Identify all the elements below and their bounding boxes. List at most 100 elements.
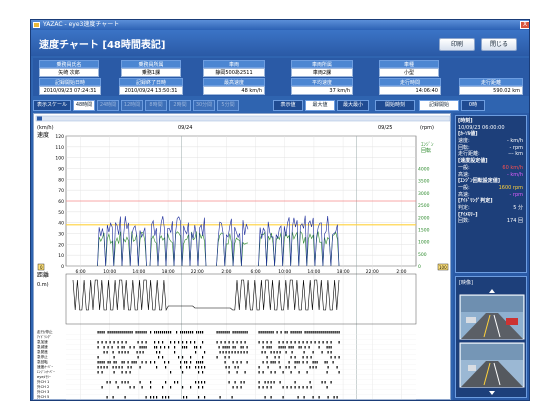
event-mark <box>318 396 320 399</box>
event-mark <box>190 341 192 344</box>
print-button[interactable]: 印刷 <box>439 38 475 51</box>
speed-tick-label: 60 <box>58 199 64 205</box>
video-scroll-down-icon[interactable] <box>489 391 495 395</box>
event-mark <box>106 351 108 354</box>
event-mark <box>326 371 328 374</box>
event-mark <box>314 361 316 364</box>
event-mark <box>160 346 162 349</box>
event-mark <box>150 331 152 334</box>
event-mark <box>298 361 300 364</box>
event-mark <box>258 371 260 374</box>
event-mark <box>115 361 117 364</box>
display-scale-label: 表示スケール <box>33 100 71 111</box>
event-mark <box>129 331 131 334</box>
event-mark <box>164 346 166 349</box>
event-mark <box>141 361 143 364</box>
event-mark <box>150 361 152 364</box>
event-mark <box>270 351 272 354</box>
event-mark <box>139 351 141 354</box>
event-mark <box>285 366 287 369</box>
event-mark <box>165 366 167 369</box>
event-mark <box>184 331 186 334</box>
event-mark <box>228 381 230 384</box>
event-mark <box>158 341 160 344</box>
event-mark <box>258 386 260 389</box>
cursor-rev-label: 回転: <box>458 144 470 151</box>
event-mark <box>192 331 194 334</box>
event-mark <box>141 386 143 389</box>
record-end-field: 記録終了日時 2010/09/24 13:50:31 <box>119 78 183 96</box>
event-mark <box>232 331 234 334</box>
scale-8h-button[interactable]: 8時間 <box>145 100 167 111</box>
event-mark <box>316 331 318 334</box>
event-mark <box>333 396 335 399</box>
max-value-button[interactable]: 最大値 <box>305 100 335 111</box>
event-mark <box>258 366 260 369</box>
event-mark <box>310 356 312 359</box>
chart-scrollbar[interactable] <box>35 115 451 122</box>
event-mark <box>321 351 323 354</box>
event-mark <box>240 386 242 389</box>
event-mark <box>106 366 108 369</box>
max-min-button[interactable]: 最大最小 <box>337 100 369 111</box>
event-mark <box>290 341 292 344</box>
distance-line <box>72 279 340 312</box>
scale-5min-button[interactable]: 5分間 <box>217 100 239 111</box>
event-mark <box>176 331 178 334</box>
event-mark <box>270 386 272 389</box>
event-mark <box>308 331 310 334</box>
video-scroll-up-icon[interactable] <box>489 289 495 293</box>
record-start-hour[interactable]: 0時 <box>461 100 485 111</box>
event-mark <box>264 351 266 354</box>
event-mark <box>97 366 99 369</box>
speed-tick-label: 90 <box>58 167 64 173</box>
event-mark <box>101 386 103 389</box>
event-mark <box>224 346 226 349</box>
event-mark <box>261 351 263 354</box>
event-mark <box>314 341 316 344</box>
scale-30min-button[interactable]: 30分間 <box>193 100 215 111</box>
event-mark <box>216 331 218 334</box>
event-mark <box>290 371 292 374</box>
drive-time-value: 14:06:40 <box>379 86 441 95</box>
event-mark <box>297 396 299 399</box>
event-mark <box>174 351 176 354</box>
trip-info-panel: 乗務員氏名 矢崎 次郎 乗務員所属 乗務1課 車両 静岡500あ2511 車両所… <box>33 58 529 96</box>
event-mark <box>112 366 114 369</box>
event-mark <box>190 386 192 389</box>
event-mark <box>196 361 198 364</box>
video-thumbnail-1[interactable] <box>459 294 525 340</box>
window-close-button[interactable]: X <box>520 21 529 29</box>
scale-48h-button[interactable]: 48時間 <box>73 100 95 111</box>
scale-2h-button[interactable]: 2時間 <box>169 100 191 111</box>
engine-highway-label: 高速: <box>458 191 470 198</box>
event-mark <box>127 381 129 384</box>
event-mark <box>125 341 127 344</box>
event-mark <box>274 371 276 374</box>
event-mark <box>103 331 105 334</box>
event-mark <box>312 361 314 364</box>
record-end-label: 記録終了日時 <box>119 78 183 86</box>
event-mark <box>137 356 139 359</box>
record-start-button[interactable]: 記録開始 <box>419 100 459 111</box>
event-mark <box>121 331 123 334</box>
event-mark <box>338 341 340 344</box>
event-mark <box>240 381 242 384</box>
event-mark <box>190 331 192 334</box>
event-mark <box>270 396 272 399</box>
start-time-button[interactable]: 開始時刻 <box>375 100 415 111</box>
event-mark <box>141 341 143 344</box>
event-mark <box>121 366 123 369</box>
speed-chart[interactable]: (km/h) 速度 09/24 09/25 (rpm) ｴﾝｼﾞﾝ 回転 120… <box>34 114 452 401</box>
event-mark <box>327 366 329 369</box>
close-button[interactable]: 閉じる <box>481 38 517 51</box>
video-thumbnail-2[interactable] <box>459 342 525 388</box>
event-mark <box>129 371 131 374</box>
event-mark <box>309 366 311 369</box>
scale-24h-button[interactable]: 24時間 <box>97 100 119 111</box>
event-mark <box>204 351 206 354</box>
scale-12h-button[interactable]: 12時間 <box>121 100 143 111</box>
chart-scroll-thumb[interactable] <box>37 116 42 121</box>
event-mark <box>200 361 202 364</box>
event-mark <box>306 356 308 359</box>
